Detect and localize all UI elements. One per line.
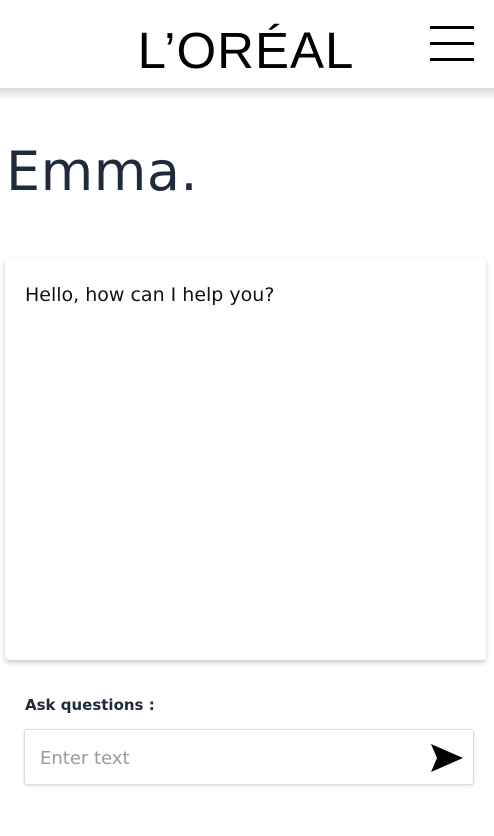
message-input[interactable] — [40, 744, 420, 772]
bot-message: Hello, how can I help you? — [25, 284, 275, 306]
site-header: L’ORÉAL — [0, 0, 494, 88]
page-title: Emma. — [6, 140, 199, 203]
ask-questions-label: Ask questions : — [25, 696, 155, 714]
message-input-container — [24, 729, 474, 785]
send-button[interactable] — [429, 741, 465, 775]
header-divider — [0, 88, 494, 100]
chat-panel: Hello, how can I help you? — [5, 258, 486, 660]
hamburger-menu-icon[interactable] — [427, 24, 477, 64]
loreal-logo[interactable]: L’ORÉAL — [118, 22, 374, 78]
menu-bar — [430, 58, 474, 61]
menu-bar — [430, 26, 474, 29]
send-arrow-icon — [431, 744, 463, 772]
menu-bar — [430, 42, 474, 45]
